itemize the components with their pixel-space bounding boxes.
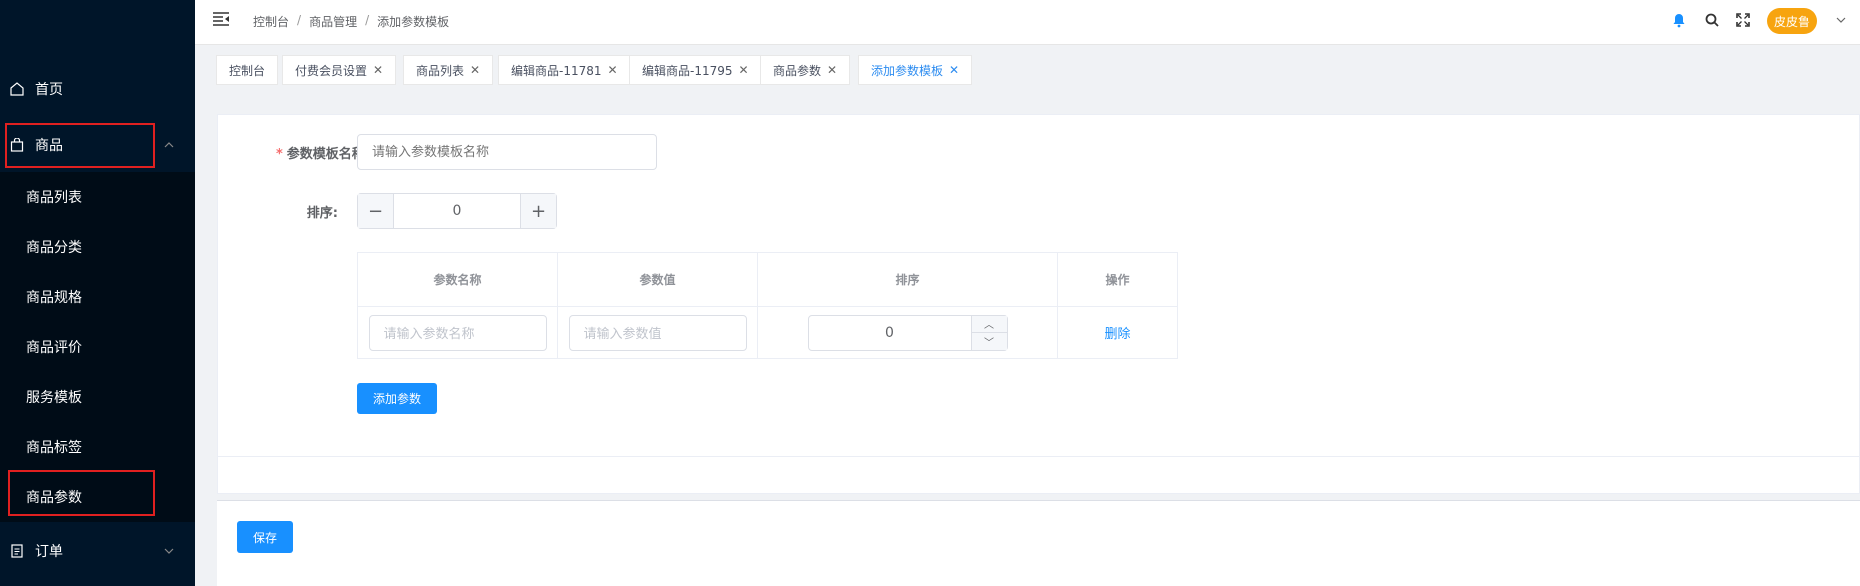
sidebar: 首页 商品 商品列表 商品分类 商品规格 商品评价 服务模板 商品标签 商品参数… [0,0,195,586]
sidebar-item-goods-list[interactable]: 商品列表 [0,172,195,222]
bell-icon[interactable] [1671,12,1687,28]
home-icon [10,82,24,96]
footer-bar [217,500,1860,586]
param-value-input[interactable]: 请输入参数值 [568,314,747,351]
close-icon[interactable]: ✕ [949,63,959,77]
decrement-button[interactable]: − [358,194,394,228]
chevron-down-icon [164,548,174,554]
close-icon[interactable]: ✕ [739,63,749,77]
submenu-item-label: 商品标签 [26,440,82,456]
sort-stepper[interactable]: − 0 + [357,193,557,229]
document-icon [11,544,23,558]
submenu-item-label: 商品评价 [26,340,82,356]
tag-item[interactable]: 商品参数 ✕ [760,55,851,85]
add-param-button[interactable]: 添加参数 [357,383,437,414]
template-name-input[interactable] [357,134,657,170]
save-button[interactable]: 保存 [237,521,293,553]
tag-label: 编辑商品-11795 [642,63,733,78]
submenu-item-label: 服务模板 [26,390,82,406]
breadcrumb-item[interactable]: 控制台 [253,13,289,30]
sidebar-item-service-template[interactable]: 服务模板 [0,372,195,422]
user-avatar[interactable]: 皮皮鲁 [1767,8,1817,34]
increment-button[interactable]: + [520,194,556,228]
sidebar-item-goods-spec[interactable]: 商品规格 [0,272,195,322]
tag-item[interactable]: 商品列表 ✕ [403,55,494,85]
column-header: 排序 [757,252,1058,307]
breadcrumb-separator: / [297,13,302,27]
sort-value[interactable]: 0 [394,194,520,228]
chevron-down-icon[interactable]: ﹀ [970,332,1007,350]
table-row: 请输入参数名称 请输入参数值 0 ︿ ﹀ 删除 [357,306,1178,359]
menu-fold-icon[interactable] [213,12,229,26]
sidebar-item-goods-tag[interactable]: 商品标签 [0,422,195,472]
sidebar-item-label: 订单 [35,544,63,560]
row-sort-value[interactable]: 0 [809,316,971,350]
required-mark: * [275,147,283,162]
close-icon[interactable]: ✕ [373,63,383,77]
tag-label: 商品列表 [416,63,465,78]
sidebar-item-goods-category[interactable]: 商品分类 [0,222,195,272]
tag-label: 控制台 [229,63,266,78]
top-header: 控制台 / 商品管理 / 添加参数模板 皮皮鲁 [195,0,1860,44]
breadcrumb: 控制台 / 商品管理 / 添加参数模板 [253,13,449,30]
tag-item[interactable]: 编辑商品-11795 ✕ [629,55,762,85]
column-header: 操作 [1057,252,1178,307]
column-header: 参数名称 [357,252,558,307]
column-header: 参数值 [557,252,758,307]
breadcrumb-item[interactable]: 商品管理 [309,13,357,30]
param-name-input[interactable]: 请输入参数名称 [368,314,547,351]
close-icon[interactable]: ✕ [470,63,480,77]
template-name-label: * 参数模板名称: [240,143,370,162]
tag-label: 编辑商品-11781 [511,63,602,78]
tag-item[interactable]: 编辑商品-11781 ✕ [498,55,631,85]
chevron-up-icon [164,142,174,148]
highlight-box-goods [5,123,155,168]
tags-bar: 控制台 付费会员设置 ✕ 商品列表 ✕ 编辑商品-11781 ✕ 编辑商品-11795… [195,44,1860,94]
divider [217,456,1860,457]
tag-item[interactable]: 付费会员设置 ✕ [282,55,397,85]
highlight-box-goods-params [8,470,155,516]
submenu-item-label: 商品规格 [26,290,82,306]
sidebar-item-orders[interactable]: 订单 [0,523,195,579]
submenu-item-label: 商品列表 [26,190,82,206]
tag-label: 付费会员设置 [295,63,368,78]
chevron-up-icon[interactable]: ︿ [970,315,1007,333]
delete-link[interactable]: 删除 [1104,327,1130,342]
tag-label: 添加参数模板 [871,63,944,78]
tag-label: 商品参数 [773,63,822,78]
breadcrumb-separator: / [365,13,370,27]
sidebar-item-home[interactable]: 首页 [0,61,195,117]
tag-item[interactable]: 控制台 [216,55,279,85]
sort-label: 排序: [306,206,338,221]
submenu-item-label: 商品分类 [26,240,82,256]
fullscreen-icon[interactable] [1735,12,1751,28]
search-icon[interactable] [1704,12,1720,28]
sidebar-item-goods-review[interactable]: 商品评价 [0,322,195,372]
params-table: 参数名称 参数值 排序 操作 请输入参数名称 请输入参数值 0 ︿ ﹀ 删除 [357,252,1178,359]
breadcrumb-item: 添加参数模板 [377,15,450,29]
tag-item-active[interactable]: 添加参数模板 ✕ [858,55,973,85]
close-icon[interactable]: ✕ [827,63,837,77]
table-header-row: 参数名称 参数值 排序 操作 [357,252,1178,307]
close-icon[interactable]: ✕ [608,63,618,77]
sidebar-item-label: 首页 [35,82,63,98]
chevron-down-icon[interactable] [1835,14,1847,26]
row-sort-stepper[interactable]: 0 ︿ ﹀ [807,314,1008,351]
